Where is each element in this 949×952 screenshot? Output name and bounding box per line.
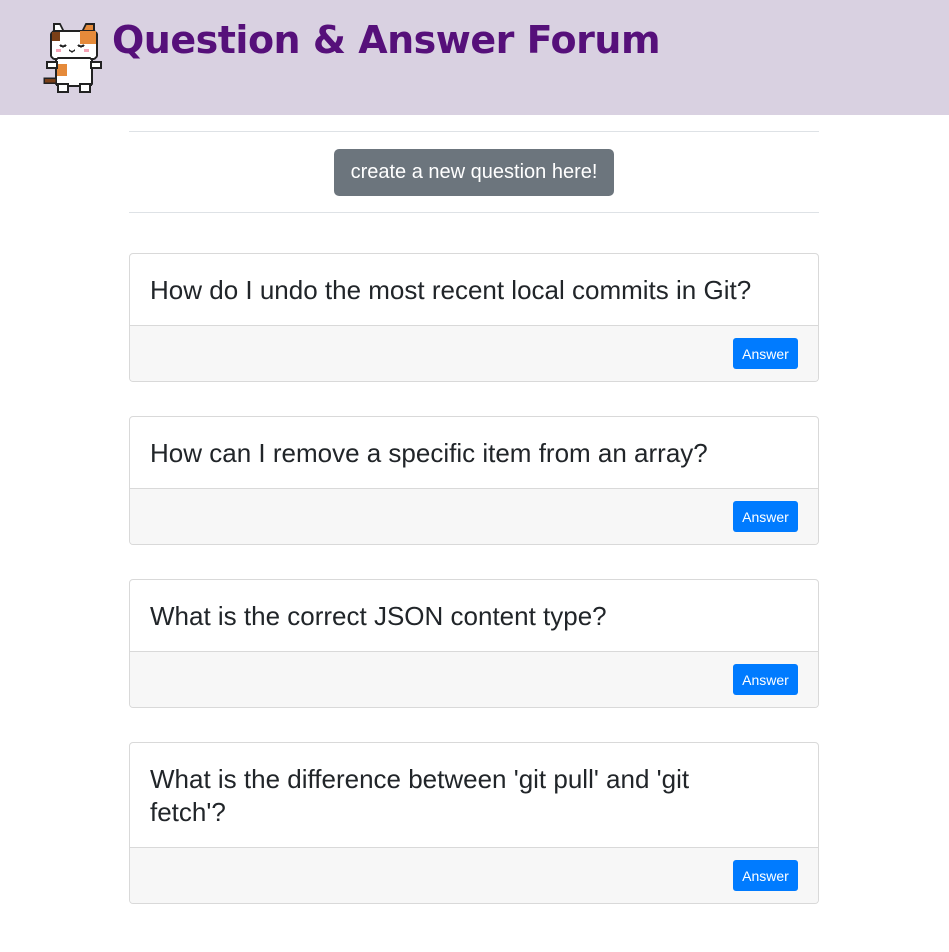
top-divider [129,131,819,132]
question-card-body: How do I undo the most recent local comm… [130,254,818,326]
question-text: What is the correct JSON content type? [150,601,607,631]
site-title: Question & Answer Forum [112,18,661,62]
question-card: How do I undo the most recent local comm… [129,253,819,382]
question-card-footer: Answer [130,652,818,707]
create-question-button[interactable]: create a new question here! [334,149,614,196]
pixel-cat-icon [42,20,104,96]
question-text: How can I remove a specific item from an… [150,438,708,468]
question-card-footer: Answer [130,489,818,544]
answer-button[interactable]: Answer [733,338,798,369]
answer-button[interactable]: Answer [733,664,798,695]
question-card: What is the correct JSON content type? A… [129,579,819,708]
question-card-footer: Answer [130,326,818,381]
question-card: What is the difference between 'git pull… [129,742,819,904]
question-text: What is the difference between 'git pull… [150,764,690,827]
question-card-body: What is the difference between 'git pull… [130,743,818,848]
question-card: How can I remove a specific item from an… [129,416,819,545]
question-text: How do I undo the most recent local comm… [150,275,752,305]
answer-button[interactable]: Answer [733,501,798,532]
question-card-body: How can I remove a specific item from an… [130,417,818,489]
question-card-footer: Answer [130,848,818,903]
answer-button[interactable]: Answer [733,860,798,891]
site-header: Question & Answer Forum [0,0,949,115]
question-card-body: What is the correct JSON content type? [130,580,818,652]
bottom-divider [129,212,819,213]
